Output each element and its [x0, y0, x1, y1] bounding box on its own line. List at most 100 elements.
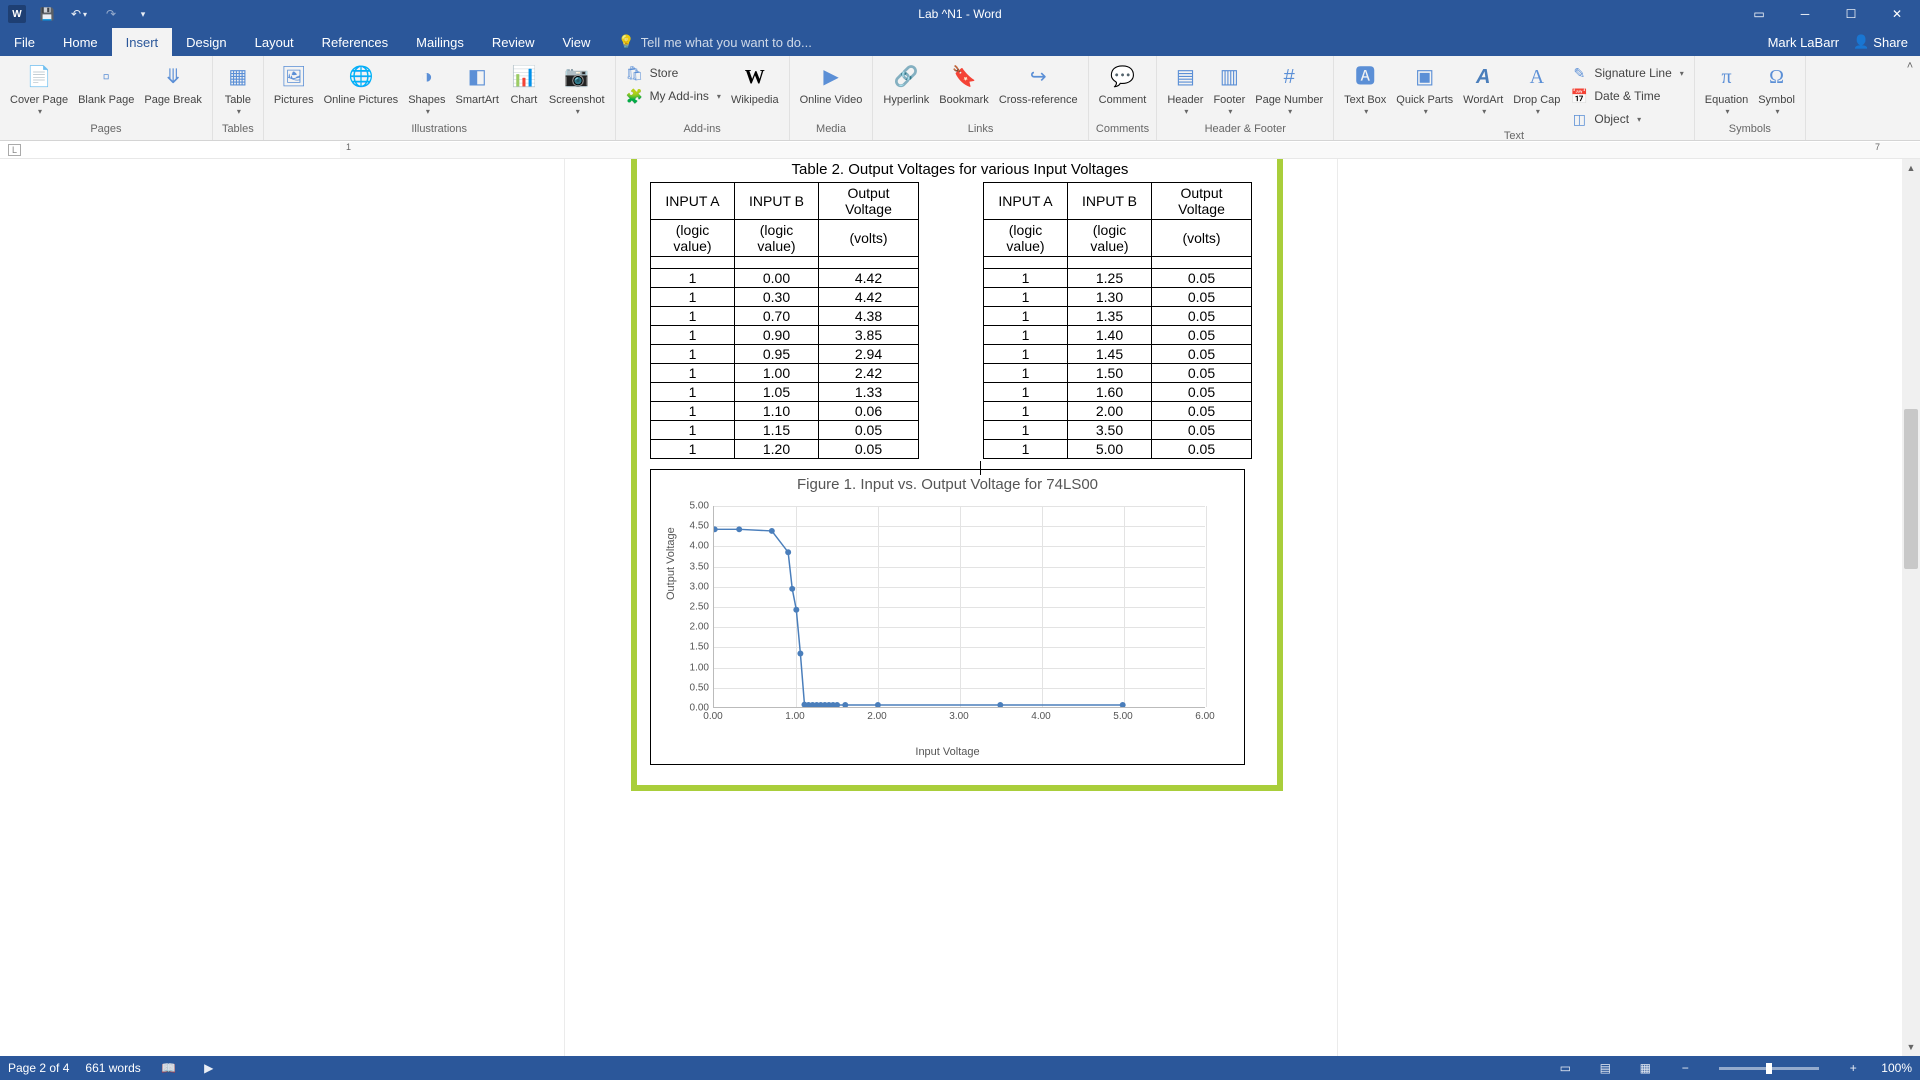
store-button[interactable]: 🛍Store	[622, 62, 725, 84]
group-label: Header & Footer	[1205, 123, 1286, 138]
bookmark-button[interactable]: 🔖Bookmark	[935, 60, 993, 109]
group-label: Symbols	[1729, 123, 1771, 138]
signature-icon: ✎	[1570, 64, 1588, 82]
tell-me-search[interactable]: 💡	[604, 28, 900, 56]
minimize-button[interactable]: ─	[1782, 0, 1828, 28]
page-break-button[interactable]: ⤋Page Break	[140, 60, 205, 109]
scroll-up-icon[interactable]: ▲	[1902, 159, 1920, 177]
ribbon-display-icon[interactable]: ▭	[1736, 0, 1782, 28]
symbol-button[interactable]: ΩSymbol▾	[1754, 60, 1799, 118]
spelling-icon[interactable]: 📖	[157, 1059, 181, 1077]
y-tick-label: 2.00	[681, 622, 709, 633]
wikipedia-button[interactable]: WWikipedia	[727, 60, 783, 109]
shapes-icon: ◑	[412, 62, 442, 92]
cover-page-icon: 📄	[24, 62, 54, 92]
x-tick-label: 3.00	[949, 711, 968, 722]
zoom-slider[interactable]	[1719, 1067, 1819, 1070]
vertical-scrollbar[interactable]: ▲ ▼	[1902, 159, 1920, 1056]
data-table-right: INPUT AINPUT BOutput Voltage(logic value…	[983, 182, 1252, 459]
header-button[interactable]: ▤Header▾	[1163, 60, 1207, 118]
read-mode-icon[interactable]: ▭	[1553, 1059, 1577, 1077]
quick-parts-icon: ▣	[1410, 62, 1440, 92]
page-indicator[interactable]: Page 2 of 4	[8, 1061, 69, 1075]
store-icon: 🛍	[626, 64, 644, 82]
tab-home[interactable]: Home	[49, 28, 112, 56]
macro-icon[interactable]: ▶	[197, 1059, 221, 1077]
online-video-button[interactable]: ▶Online Video	[796, 60, 867, 109]
hyperlink-button[interactable]: 🔗Hyperlink	[879, 60, 933, 109]
group-label: Links	[968, 123, 994, 138]
table-row: 10.304.42	[651, 288, 919, 307]
y-tick-label: 4.00	[681, 541, 709, 552]
qat-customize-icon[interactable]: ▾	[132, 3, 154, 25]
save-icon[interactable]: 💾	[36, 3, 58, 25]
textbox-button[interactable]: 🅰Text Box▾	[1340, 60, 1390, 118]
object-icon: ◫	[1570, 110, 1588, 128]
tab-view[interactable]: View	[548, 28, 604, 56]
footer-button[interactable]: ▥Footer▾	[1209, 60, 1249, 118]
shapes-button[interactable]: ◑Shapes▾	[404, 60, 449, 118]
quick-parts-button[interactable]: ▣Quick Parts▾	[1392, 60, 1457, 118]
table-row: 10.903.85	[651, 326, 919, 345]
close-button[interactable]: ✕	[1874, 0, 1920, 28]
tell-me-input[interactable]	[641, 35, 901, 50]
table-row: 12.000.05	[984, 402, 1252, 421]
tab-mailings[interactable]: Mailings	[402, 28, 478, 56]
table-row: 13.500.05	[984, 421, 1252, 440]
pictures-button[interactable]: 🖼Pictures	[270, 60, 318, 109]
document-area[interactable]: Table 2. Output Voltages for various Inp…	[0, 159, 1902, 1056]
y-tick-label: 5.00	[681, 501, 709, 512]
cover-page-button[interactable]: 📄Cover Page▾	[6, 60, 72, 118]
collapse-ribbon-icon[interactable]: ˄	[1900, 56, 1920, 140]
x-tick-label: 0.00	[703, 711, 722, 722]
signature-button[interactable]: ✎Signature Line▾	[1566, 62, 1687, 84]
share-icon: 👤	[1853, 34, 1869, 50]
undo-icon[interactable]: ↶▾	[68, 3, 90, 25]
x-tick-label: 6.00	[1195, 711, 1214, 722]
y-tick-label: 3.50	[681, 561, 709, 572]
screenshot-button[interactable]: 📷Screenshot▾	[545, 60, 609, 118]
wordart-icon: A	[1468, 62, 1498, 92]
tab-file[interactable]: File	[0, 28, 49, 56]
share-button[interactable]: 👤Share	[1853, 34, 1908, 50]
pictures-icon: 🖼	[279, 62, 309, 92]
page-number-button[interactable]: #Page Number▾	[1251, 60, 1327, 118]
online-pictures-button[interactable]: 🌐Online Pictures	[320, 60, 403, 109]
zoom-in-button[interactable]: +	[1841, 1059, 1865, 1077]
table-button[interactable]: ▦Table▾	[219, 60, 257, 118]
smartart-button[interactable]: ◧SmartArt	[452, 60, 503, 109]
tab-layout[interactable]: Layout	[241, 28, 308, 56]
web-layout-icon[interactable]: ▦	[1633, 1059, 1657, 1077]
object-button[interactable]: ◫Object▾	[1566, 108, 1687, 130]
status-bar: Page 2 of 4 661 words 📖 ▶ ▭ ▤ ▦ − + 100%	[0, 1056, 1920, 1080]
zoom-level[interactable]: 100%	[1881, 1061, 1912, 1075]
textbox-icon: 🅰	[1350, 62, 1380, 92]
page-number-icon: #	[1274, 62, 1304, 92]
word-count[interactable]: 661 words	[85, 1061, 140, 1075]
maximize-button[interactable]: ☐	[1828, 0, 1874, 28]
document-page[interactable]: Table 2. Output Voltages for various Inp…	[565, 159, 1337, 1056]
chart-button[interactable]: 📊Chart	[505, 60, 543, 109]
ruler[interactable]: L 1 7	[0, 141, 1920, 159]
comment-button[interactable]: 💬Comment	[1095, 60, 1151, 109]
x-tick-label: 2.00	[867, 711, 886, 722]
tab-insert[interactable]: Insert	[112, 28, 173, 56]
tab-design[interactable]: Design	[172, 28, 240, 56]
dropcap-button[interactable]: ADrop Cap▾	[1509, 60, 1564, 118]
scroll-down-icon[interactable]: ▼	[1902, 1038, 1920, 1056]
datetime-button[interactable]: 📅Date & Time	[1566, 85, 1687, 107]
tab-review[interactable]: Review	[478, 28, 549, 56]
equation-button[interactable]: πEquation▾	[1701, 60, 1752, 118]
redo-icon[interactable]: ↷	[100, 3, 122, 25]
menu-tabs: FileHomeInsertDesignLayoutReferencesMail…	[0, 28, 1920, 56]
my-addins-button[interactable]: 🧩My Add-ins▾	[622, 85, 725, 107]
print-layout-icon[interactable]: ▤	[1593, 1059, 1617, 1077]
zoom-out-button[interactable]: −	[1673, 1059, 1697, 1077]
cross-reference-button[interactable]: ↪Cross-reference	[995, 60, 1082, 109]
user-name[interactable]: Mark LaBarr	[1768, 35, 1840, 50]
scrollbar-thumb[interactable]	[1904, 409, 1918, 569]
group-label: Add-ins	[683, 123, 720, 138]
tab-references[interactable]: References	[308, 28, 402, 56]
wordart-button[interactable]: AWordArt▾	[1459, 60, 1507, 118]
blank-page-button[interactable]: ▫Blank Page	[74, 60, 138, 109]
